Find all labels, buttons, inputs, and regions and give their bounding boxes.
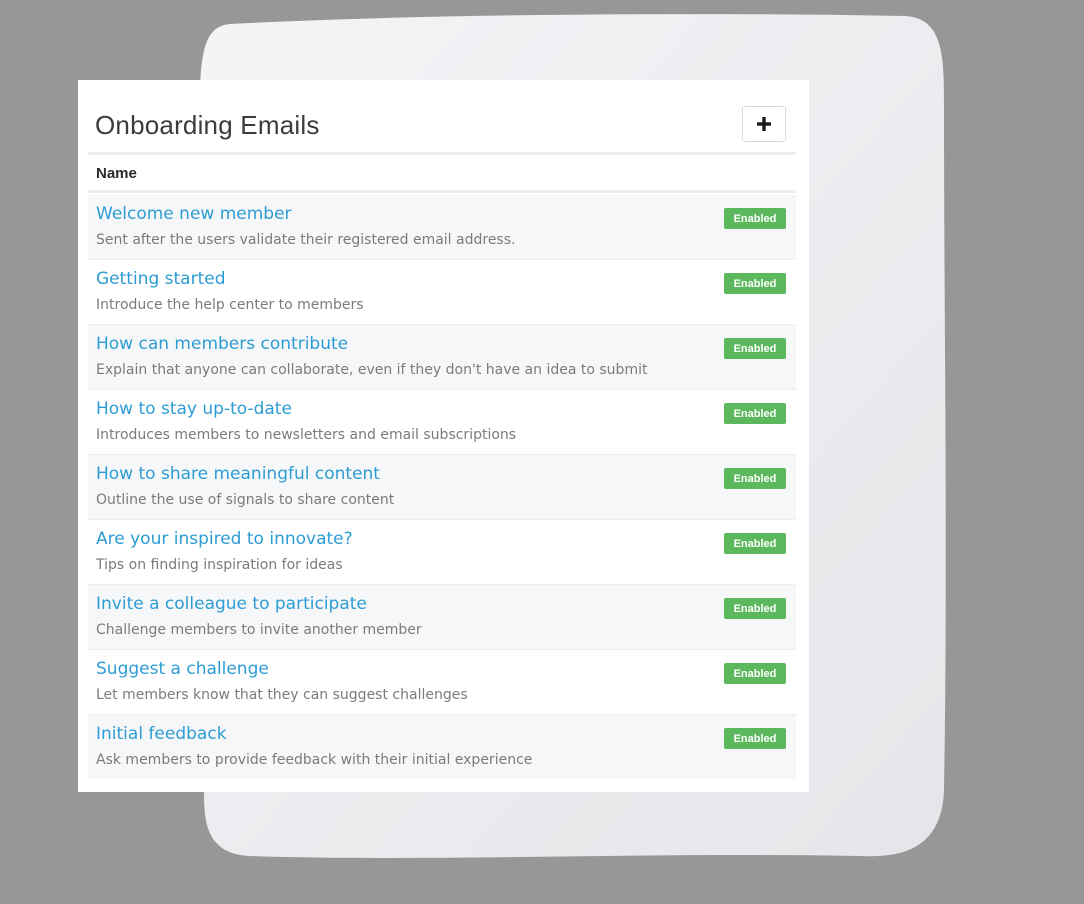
email-description: Challenge members to invite another memb… <box>96 622 422 638</box>
email-description: Sent after the users validate their regi… <box>96 232 516 248</box>
table-row: Getting started Introduce the help center… <box>88 260 796 325</box>
email-description: Explain that anyone can collaborate, eve… <box>96 362 648 378</box>
email-title-link[interactable]: How to share meaningful content <box>96 464 380 484</box>
email-description: Introduce the help center to members <box>96 297 364 313</box>
email-title-link[interactable]: How can members contribute <box>96 334 348 354</box>
plus-icon <box>757 117 771 131</box>
column-header-name[interactable]: Name <box>96 165 137 182</box>
page-title: Onboarding Emails <box>95 110 320 140</box>
status-badge: Enabled <box>724 403 786 424</box>
email-title-link[interactable]: Initial feedback <box>96 724 227 744</box>
status-badge: Enabled <box>724 728 786 749</box>
status-badge: Enabled <box>724 663 786 684</box>
status-badge: Enabled <box>724 598 786 619</box>
email-description: Tips on finding inspiration for ideas <box>96 557 343 573</box>
email-title-link[interactable]: Are your inspired to innovate? <box>96 529 353 549</box>
email-title-link[interactable]: How to stay up-to-date <box>96 399 292 419</box>
status-badge: Enabled <box>724 208 786 229</box>
table-row: Suggest a challenge Let members know that… <box>88 650 796 715</box>
panel-header: Onboarding Emails <box>88 106 796 155</box>
table-row: How can members contribute Explain that a… <box>88 325 796 390</box>
email-description: Let members know that they can suggest c… <box>96 687 468 703</box>
table-row: Invite a colleague to participate Challen… <box>88 585 796 650</box>
email-description: Introduces members to newsletters and em… <box>96 427 517 443</box>
email-description: Ask members to provide feedback with the… <box>96 752 533 768</box>
table-row: Are your inspired to innovate? Tips on fi… <box>88 520 796 585</box>
status-badge: Enabled <box>724 468 786 489</box>
onboarding-emails-panel: Onboarding Emails Name Welcome new membe… <box>78 80 809 792</box>
table-row: Welcome new member Sent after the users v… <box>88 195 796 260</box>
email-title-link[interactable]: Welcome new member <box>96 204 292 224</box>
table-header: Name <box>88 155 796 193</box>
email-description: Outline the use of signals to share cont… <box>96 492 395 508</box>
table-row: Initial feedback Ask members to provide f… <box>88 715 796 779</box>
email-title-link[interactable]: Getting started <box>96 269 226 289</box>
status-badge: Enabled <box>724 338 786 359</box>
email-list: Welcome new member Sent after the users v… <box>88 195 796 779</box>
add-email-button[interactable] <box>742 106 786 142</box>
status-badge: Enabled <box>724 273 786 294</box>
email-title-link[interactable]: Invite a colleague to participate <box>96 594 367 614</box>
table-row: How to stay up-to-date Introduces members… <box>88 390 796 455</box>
table-row: How to share meaningful content Outline t… <box>88 455 796 520</box>
email-title-link[interactable]: Suggest a challenge <box>96 659 269 679</box>
status-badge: Enabled <box>724 533 786 554</box>
